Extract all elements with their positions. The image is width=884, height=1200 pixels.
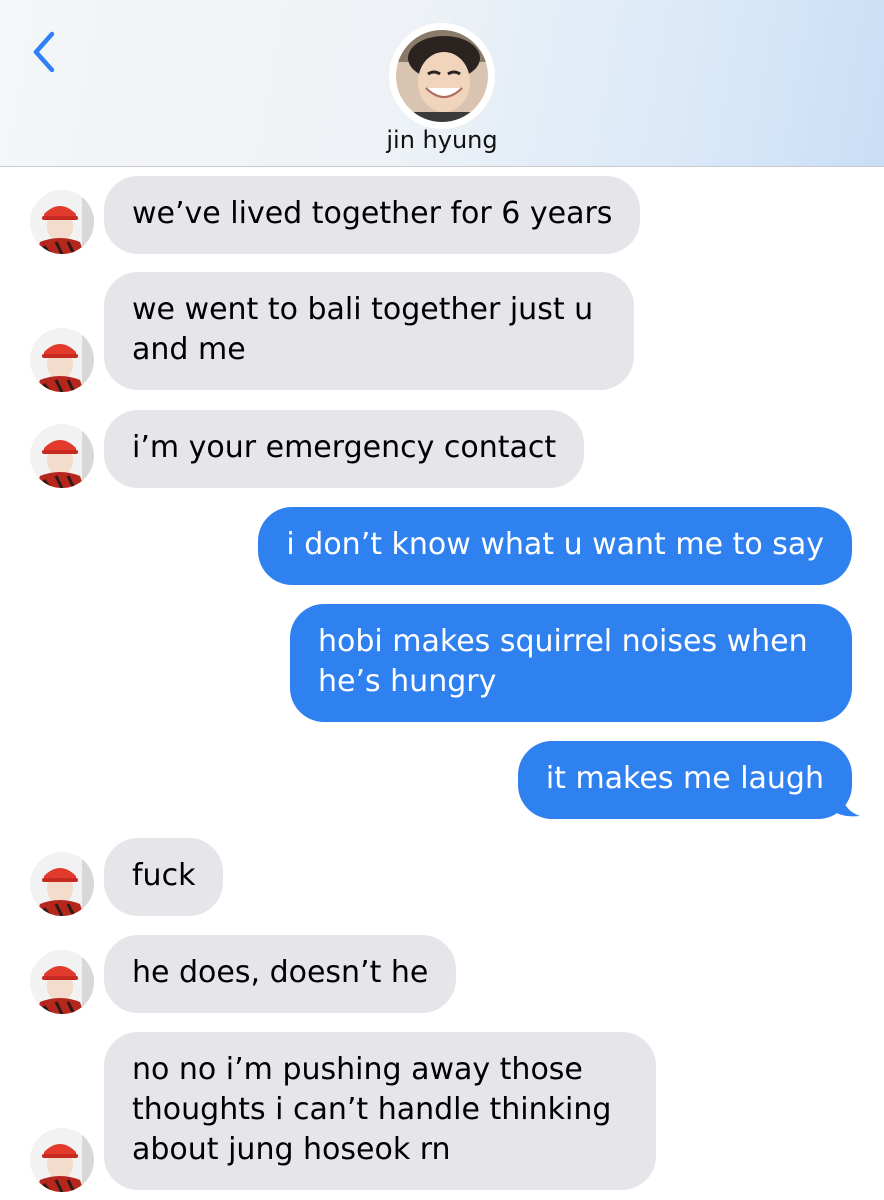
incoming-message[interactable]: no no i’m pushing away those thoughts i … [104,1032,656,1190]
sender-photo-icon [30,424,94,488]
conversation-header: jin hyung [0,0,884,167]
sender-photo-icon [30,190,94,254]
incoming-message[interactable]: we went to bali together just u and me [104,272,634,390]
back-button[interactable] [22,28,66,73]
incoming-message[interactable]: i’m your emergency contact [104,410,585,488]
outgoing-message[interactable]: it makes me laugh [517,741,852,819]
incoming-message[interactable]: he does, doesn’t he [104,935,457,1013]
sender-avatar[interactable] [30,1128,94,1192]
chevron-left-icon [33,31,55,73]
sender-photo-icon [30,852,94,916]
sender-avatar[interactable] [30,424,94,488]
bubble-tail-icon [832,788,860,817]
sender-avatar[interactable] [30,950,94,1014]
outgoing-message[interactable]: i don’t know what u want me to say [258,507,852,585]
sender-photo-icon [30,328,94,392]
incoming-message[interactable]: fuck [104,838,224,916]
outgoing-message[interactable]: hobi makes squirrel noises when he’s hun… [290,604,852,722]
sender-avatar[interactable] [30,328,94,392]
sender-photo-icon [30,1128,94,1192]
contact-name[interactable]: jin hyung [0,126,884,154]
sender-avatar[interactable] [30,852,94,916]
sender-photo-icon [30,950,94,1014]
incoming-message[interactable]: we’ve lived together for 6 years [104,176,641,254]
contact-photo-icon [389,23,495,129]
sender-avatar[interactable] [30,190,94,254]
contact-avatar[interactable] [388,22,496,130]
